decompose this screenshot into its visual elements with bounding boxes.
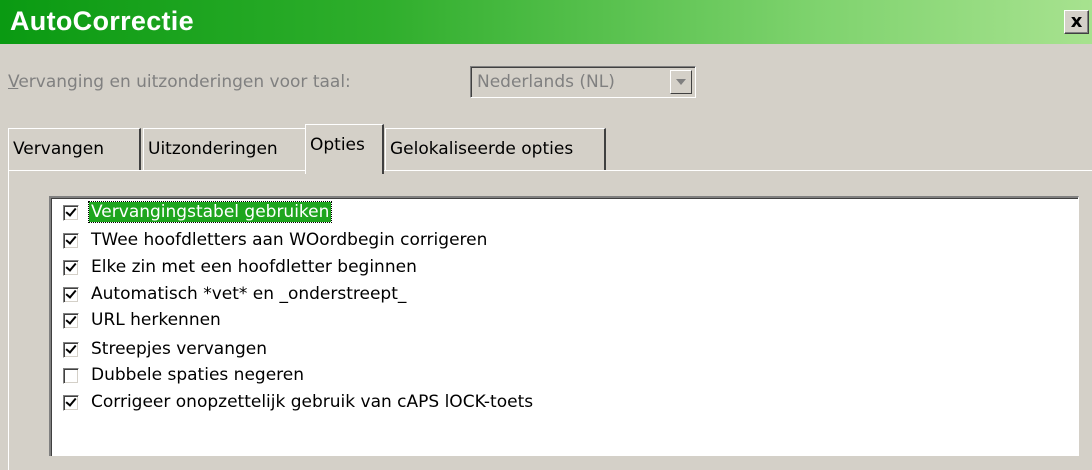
checkbox[interactable] (63, 368, 79, 384)
language-label: Vervanging en uitzonderingen voor taal: (8, 72, 351, 92)
window-title: AutoCorrectie (10, 6, 194, 36)
checkbox[interactable] (63, 313, 79, 329)
tab-uitzonderingen[interactable]: Uitzonderingen (143, 128, 307, 170)
language-select-value: Nederlands (NL) (477, 72, 615, 92)
close-button[interactable]: x (1064, 10, 1089, 34)
checkbox[interactable] (63, 395, 79, 411)
chevron-down-icon[interactable] (670, 70, 692, 94)
tab-label: Gelokaliseerde opties (390, 139, 574, 159)
close-icon: x (1070, 11, 1083, 32)
checkbox[interactable] (63, 260, 79, 276)
tab-label: Opties (310, 135, 365, 155)
option-label: TWee hoofdletters aan WOordbegin corrige… (91, 230, 488, 250)
options-list[interactable]: Vervangingstabel gebruiken TWee hoofdlet… (49, 196, 1079, 456)
title-bar: AutoCorrectie x (0, 0, 1092, 44)
tab-opties[interactable]: Opties (305, 124, 384, 174)
tab-label: Uitzonderingen (148, 139, 278, 159)
language-select[interactable]: Nederlands (NL) (470, 66, 696, 98)
tab-gelokaliseerde-opties[interactable]: Gelokaliseerde opties (385, 128, 606, 170)
tab-label: Vervangen (13, 139, 105, 159)
checkbox[interactable] (63, 205, 79, 221)
option-label: Elke zin met een hoofdletter beginnen (91, 257, 417, 277)
checkbox[interactable] (63, 233, 79, 249)
language-label-accesskey: V (8, 72, 19, 92)
option-label: Vervangingstabel gebruiken (87, 201, 333, 223)
tab-vervangen[interactable]: Vervangen (8, 128, 141, 170)
checkbox[interactable] (63, 342, 79, 358)
option-label: Automatisch *vet* en _onderstreept_ (91, 284, 407, 304)
option-label: Corrigeer onopzettelijk gebruik van cAPS… (91, 392, 534, 412)
option-label: Dubbele spaties negeren (91, 365, 304, 385)
language-label-text: ervanging en uitzonderingen voor taal: (18, 72, 351, 92)
option-label: Streepjes vervangen (91, 339, 268, 359)
checkbox[interactable] (63, 287, 79, 303)
option-label: URL herkennen (91, 310, 221, 330)
